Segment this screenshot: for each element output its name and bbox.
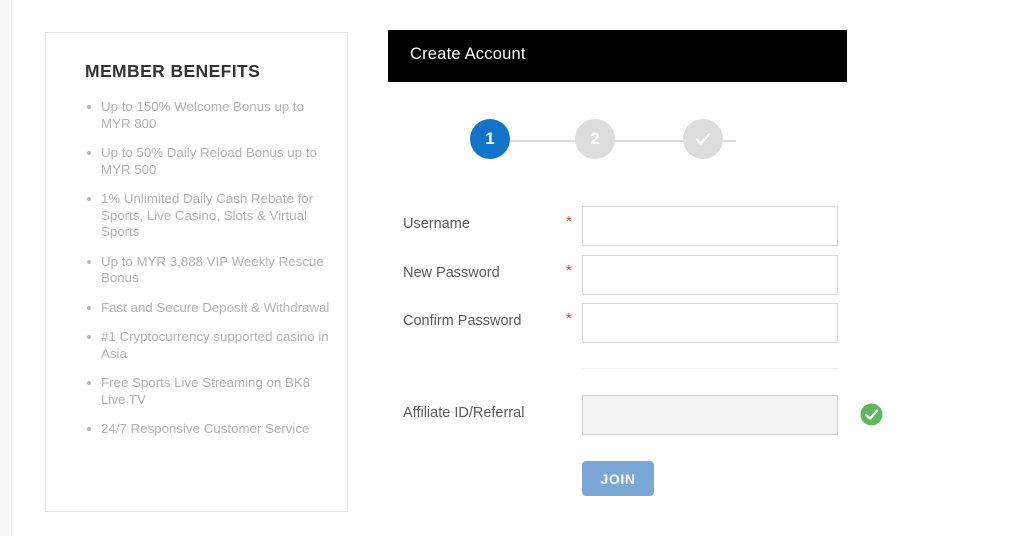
field-row-confirm-password: Confirm Password * [388,303,888,343]
benefit-text: Up to MYR 3,888 VIP Weekly Rescue Bonus [101,253,324,286]
required-marker: * [566,310,572,327]
stepper-step-2[interactable]: 2 [575,119,615,159]
signup-stepper: 1 2 [470,119,760,163]
required-marker: * [566,213,572,230]
field-row-username: Username * [388,206,888,246]
bullet-icon [87,427,91,431]
benefit-text: Fast and Secure Deposit & Withdrawal [101,299,330,315]
benefit-text: Up to 150% Welcome Bonus up to MYR 800 [101,99,305,131]
list-item: #1 Cryptocurrency supported casino in As… [86,329,331,362]
bullet-icon [87,305,91,310]
bullet-icon [87,381,91,385]
create-account-panel: Create Account 1 2 Username * New Passwo… [388,30,908,520]
member-benefits-list: Up to 150% Welcome Bonus up to MYR 800 U… [86,99,331,451]
list-item: 1% Unlimited Daily Cash Rebate for Sport… [86,191,331,241]
benefit-text: Up to 50% Daily Reload Bonus up to MYR 5… [101,145,317,177]
benefit-text: #1 Cryptocurrency supported casino in As… [101,329,329,361]
bullet-icon [87,197,91,201]
page-title: Create Account [410,45,526,63]
affiliate-label: Affiliate ID/Referral [403,405,525,421]
page-left-gutter [0,0,12,536]
field-row-new-password: New Password * [388,255,888,295]
required-marker: * [566,262,572,279]
benefit-text: 1% Unlimited Daily Cash Rebate for Sport… [101,191,314,239]
field-row-affiliate: Affiliate ID/Referral [388,395,888,435]
benefit-text: 24/7 Responsive Customer Service [101,421,310,436]
confirm-password-input[interactable] [582,303,838,343]
list-item: Free Sports Live Streaming on BK8 Live T… [86,375,331,408]
username-label: Username [403,216,470,232]
list-item: Fast and Secure Deposit & Withdrawal [86,300,331,317]
bullet-icon [87,335,91,339]
check-icon [692,128,714,150]
new-password-label: New Password [403,265,500,281]
affiliate-input[interactable] [582,395,838,435]
username-input[interactable] [582,206,838,246]
list-item: 24/7 Responsive Customer Service [86,421,331,438]
bullet-icon [87,151,91,155]
list-item: Up to 150% Welcome Bonus up to MYR 800 [86,99,331,132]
bullet-icon [87,105,91,109]
benefit-text: Free Sports Live Streaming on BK8 Live T… [101,375,311,407]
stepper-step-2-label: 2 [590,129,600,148]
list-item: Up to 50% Daily Reload Bonus up to MYR 5… [86,145,331,178]
form-divider [582,368,838,369]
green-check-icon [860,403,883,426]
new-password-input[interactable] [582,255,838,295]
bullet-icon [87,259,91,264]
confirm-password-label: Confirm Password [403,313,522,329]
join-button[interactable]: JOIN [582,461,654,496]
stepper-step-1-label: 1 [485,129,495,148]
create-account-header-bar: Create Account [388,30,847,82]
list-item: Up to MYR 3,888 VIP Weekly Rescue Bonus [86,254,331,287]
stepper-step-3[interactable] [683,119,723,159]
signup-page: MEMBER BENEFITS Up to 150% Welcome Bonus… [0,0,1024,536]
stepper-step-1[interactable]: 1 [470,119,510,159]
member-benefits-panel: MEMBER BENEFITS Up to 150% Welcome Bonus… [45,32,348,512]
member-benefits-title: MEMBER BENEFITS [85,61,261,81]
